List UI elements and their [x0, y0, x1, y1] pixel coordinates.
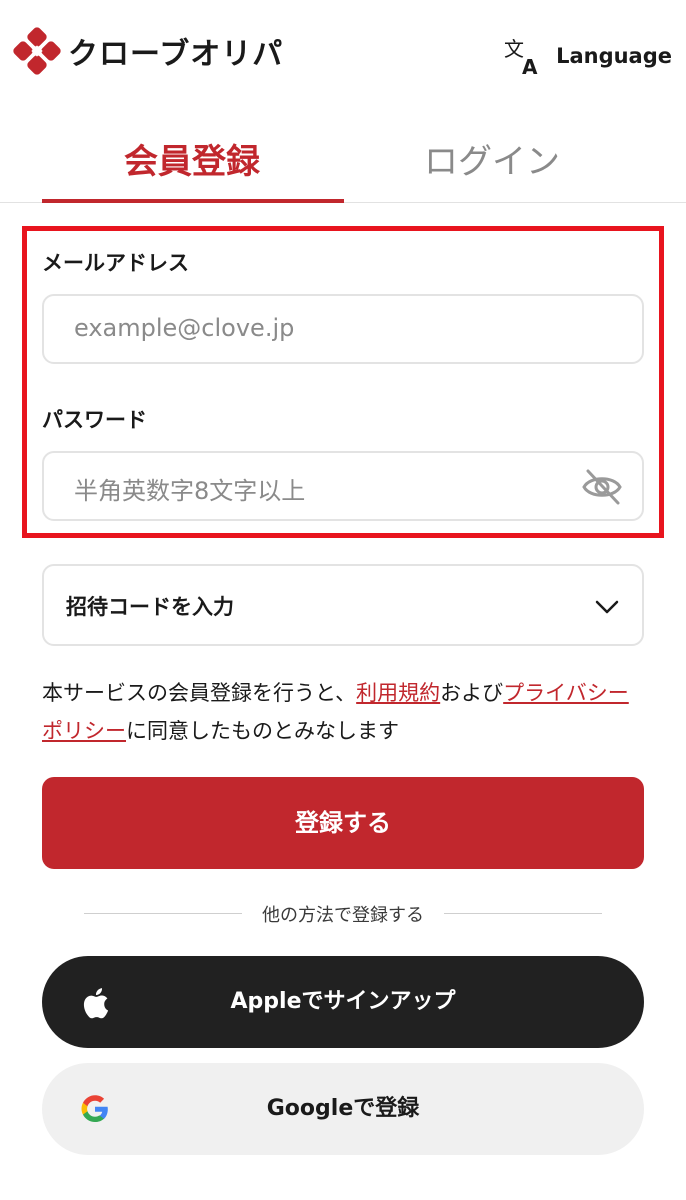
- other-methods-divider: 他の方法で登録する: [84, 900, 602, 926]
- invite-code-label: 招待コードを入力: [66, 595, 234, 619]
- app-header: クローブオリパ 文 A Language: [0, 0, 686, 100]
- terms-middle: および: [440, 681, 504, 705]
- clover-logo-icon: [13, 27, 61, 75]
- active-tab-indicator: [42, 199, 344, 203]
- terms-notice: 本サービスの会員登録を行うと、利用規約およびプライバシーポリシーに同意したものと…: [42, 674, 647, 750]
- tab-register[interactable]: 会員登録: [42, 134, 342, 183]
- chevron-down-icon: [595, 600, 619, 614]
- password-placeholder: 半角英数字8文字以上: [74, 477, 306, 505]
- google-signup-label: Googleで登録: [266, 1096, 420, 1121]
- logo-text: クローブオリパ: [68, 37, 284, 72]
- email-label: メールアドレス: [42, 251, 189, 275]
- translate-icon: 文 A: [504, 37, 538, 78]
- password-label: パスワード: [42, 408, 147, 432]
- brand-logo[interactable]: クローブオリパ: [12, 26, 283, 76]
- apple-signup-label: Appleでサインアップ: [230, 989, 456, 1014]
- tab-login[interactable]: ログイン: [342, 134, 642, 183]
- register-button[interactable]: 登録する: [42, 777, 644, 869]
- email-placeholder: example@clove.jp: [74, 314, 295, 342]
- divider-text: 他の方法で登録する: [262, 905, 424, 926]
- terms-of-service-link[interactable]: 利用規約: [356, 681, 440, 705]
- auth-tabs: 会員登録 ログイン: [0, 124, 686, 203]
- svg-text:A: A: [522, 55, 538, 78]
- google-signup-button[interactable]: Googleで登録: [42, 1063, 644, 1155]
- email-field[interactable]: example@clove.jp: [42, 294, 644, 364]
- svg-text:文: 文: [504, 37, 524, 61]
- apple-signup-button[interactable]: Appleでサインアップ: [42, 956, 644, 1048]
- terms-suffix: に同意したものとみなします: [126, 719, 399, 743]
- divider-line-right: [444, 913, 602, 914]
- eye-off-icon[interactable]: [580, 465, 624, 509]
- invite-code-accordion[interactable]: 招待コードを入力: [42, 564, 644, 646]
- terms-prefix: 本サービスの会員登録を行うと、: [42, 681, 357, 705]
- language-selector[interactable]: 文 A Language: [502, 34, 672, 78]
- language-label: Language: [556, 44, 672, 68]
- password-field[interactable]: 半角英数字8文字以上: [42, 451, 644, 521]
